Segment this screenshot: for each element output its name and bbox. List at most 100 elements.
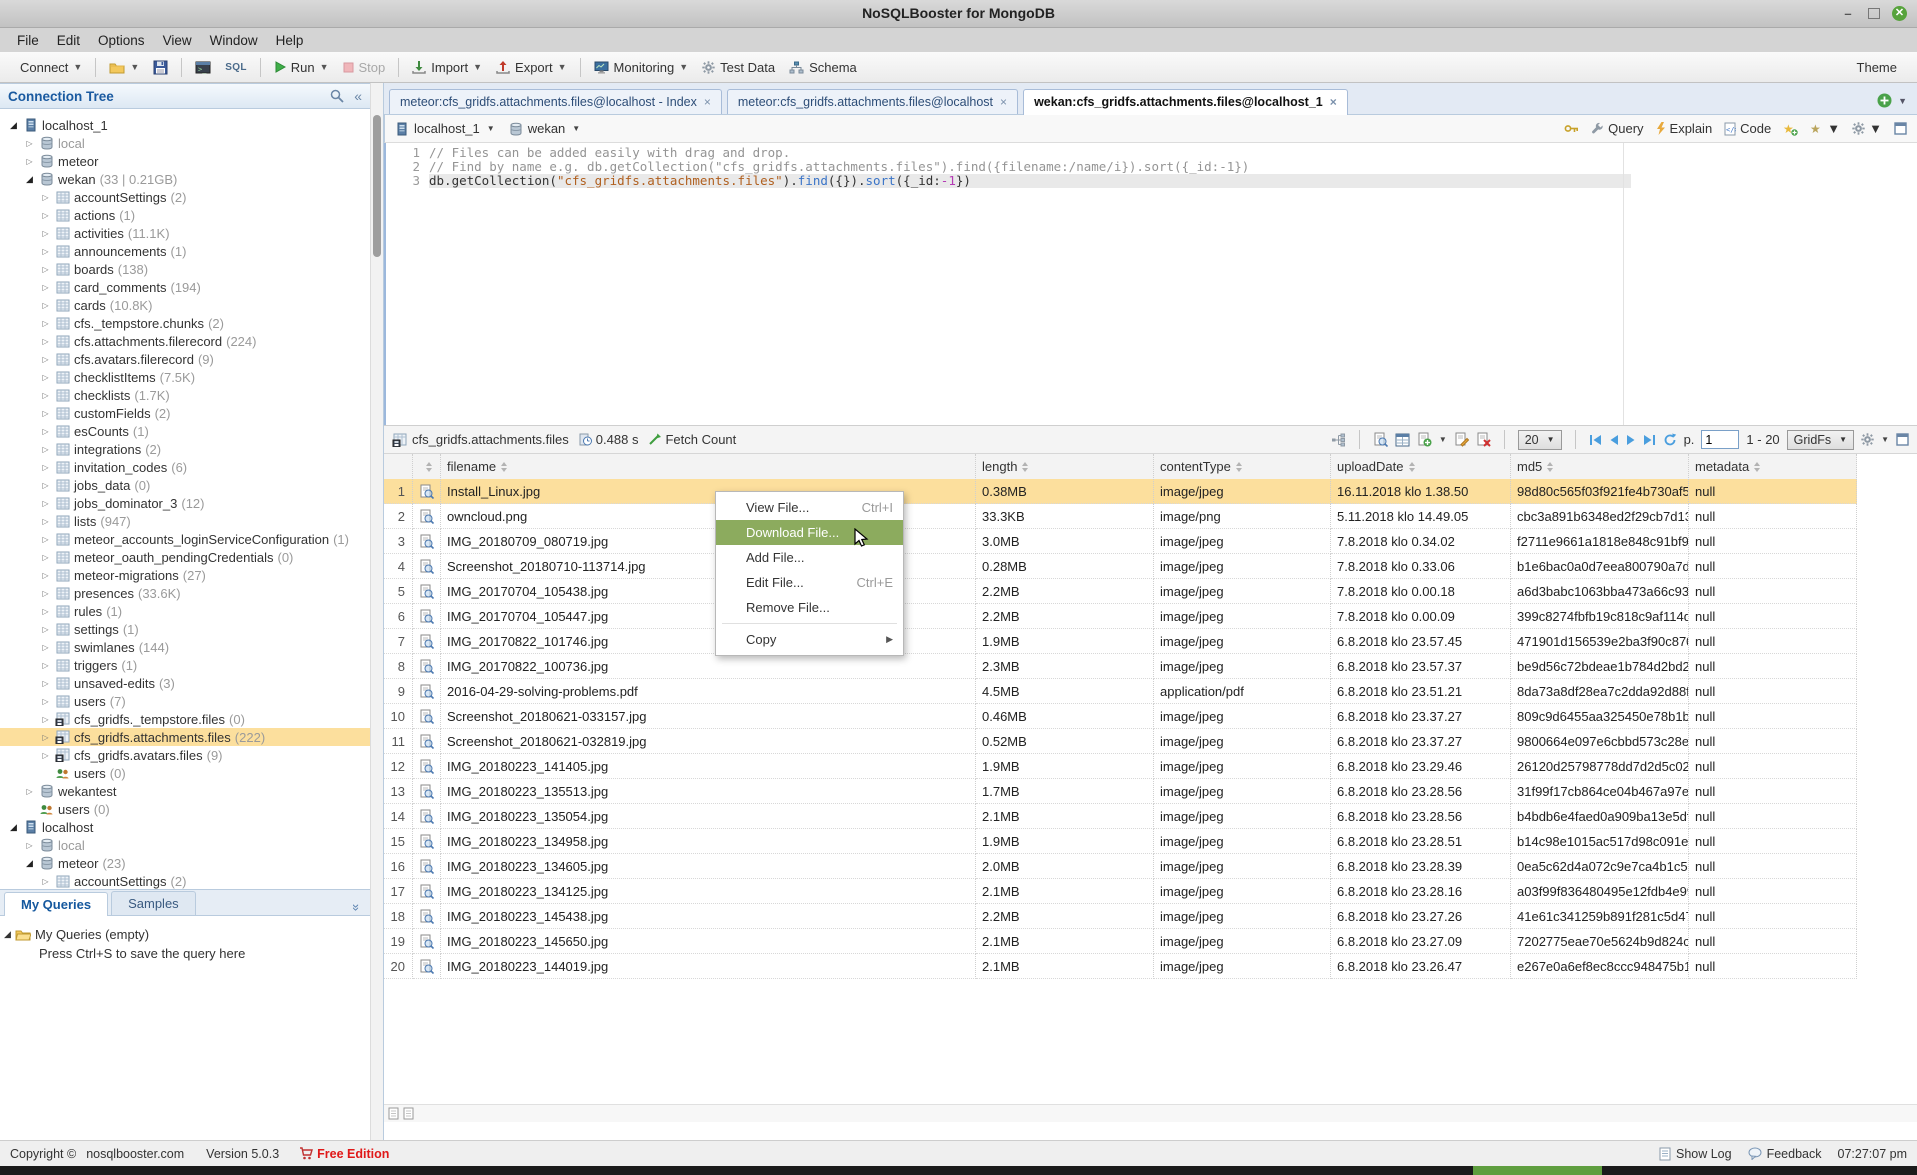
table-row[interactable]: 17IMG_20180223_134125.jpg2.1MBimage/jpeg… bbox=[384, 879, 1917, 904]
tree-item-activities[interactable]: ▷activities(11.1K) bbox=[0, 224, 370, 242]
cell-md5[interactable]: a6d3babc1063bba473a66c93315 bbox=[1511, 579, 1689, 604]
cell-md5[interactable]: 8da73a8df28ea7c2dda92d88f0c1 bbox=[1511, 679, 1689, 704]
tree-item-local[interactable]: ▷local bbox=[0, 836, 370, 854]
expand-arrow-icon[interactable]: ▷ bbox=[38, 463, 53, 472]
editor-line-3[interactable]: 3db.getCollection("cfs_gridfs.attachment… bbox=[386, 174, 1917, 188]
minimize-button[interactable]: – bbox=[1840, 6, 1856, 22]
close-tab-icon[interactable]: × bbox=[704, 95, 711, 109]
previous-page-icon[interactable] bbox=[1609, 434, 1619, 446]
table-row[interactable]: 15IMG_20180223_134958.jpg1.9MBimage/jpeg… bbox=[384, 829, 1917, 854]
add-tab-icon[interactable] bbox=[1877, 93, 1892, 108]
cell-length[interactable]: 2.2MB bbox=[976, 604, 1154, 629]
cell-length[interactable]: 33.3KB bbox=[976, 504, 1154, 529]
maximize-button[interactable] bbox=[1868, 8, 1880, 19]
code-button[interactable]: </>Code bbox=[1724, 121, 1771, 136]
cell-filename[interactable]: IMG_20180223_134958.jpg bbox=[441, 829, 976, 854]
cell-length[interactable]: 2.3MB bbox=[976, 654, 1154, 679]
cell-contentType[interactable]: image/jpeg bbox=[1154, 479, 1331, 504]
expand-arrow-icon[interactable]: ▷ bbox=[22, 157, 37, 166]
fetch-count-link[interactable]: Fetch Count bbox=[665, 432, 736, 447]
close-tab-icon[interactable]: × bbox=[1000, 95, 1007, 109]
cell-metadata[interactable]: null bbox=[1689, 629, 1857, 654]
preview-file-icon[interactable] bbox=[413, 579, 441, 604]
cell-metadata[interactable]: null bbox=[1689, 529, 1857, 554]
cell-length[interactable]: 0.28MB bbox=[976, 554, 1154, 579]
expand-arrow-icon[interactable]: ▷ bbox=[22, 139, 37, 148]
cell-filename[interactable]: IMG_20180223_145650.jpg bbox=[441, 929, 976, 954]
cell-filename[interactable]: Screenshot_20180621-033157.jpg bbox=[441, 704, 976, 729]
cell-uploadDate[interactable]: 7.8.2018 klo 0.33.06 bbox=[1331, 554, 1511, 579]
table-row[interactable]: 2owncloud.png33.3KBimage/png5.11.2018 kl… bbox=[384, 504, 1917, 529]
tree-item-meteor_accounts_loginServiceConfiguration[interactable]: ▷meteor_accounts_loginServiceConfigurati… bbox=[0, 530, 370, 548]
expand-arrow-icon[interactable]: ▷ bbox=[38, 247, 53, 256]
expand-arrow-icon[interactable]: ▷ bbox=[38, 571, 53, 580]
expand-arrow-icon[interactable]: ▷ bbox=[38, 733, 53, 742]
view-options-button[interactable]: ▼ bbox=[1852, 121, 1882, 136]
cell-uploadDate[interactable]: 16.11.2018 klo 1.38.50 bbox=[1331, 479, 1511, 504]
cell-uploadDate[interactable]: 6.8.2018 klo 23.27.09 bbox=[1331, 929, 1511, 954]
cell-contentType[interactable]: image/jpeg bbox=[1154, 604, 1331, 629]
cell-uploadDate[interactable]: 6.8.2018 klo 23.29.46 bbox=[1331, 754, 1511, 779]
expand-arrow-icon[interactable]: ▷ bbox=[38, 337, 53, 346]
preview-file-icon[interactable] bbox=[413, 679, 441, 704]
expand-arrow-icon[interactable]: ▷ bbox=[38, 373, 53, 382]
add-document-icon[interactable] bbox=[1417, 432, 1432, 447]
collapse-arrow-icon[interactable]: ◢ bbox=[22, 858, 37, 869]
preview-file-icon[interactable] bbox=[413, 904, 441, 929]
preview-file-icon[interactable] bbox=[413, 629, 441, 654]
cell-length[interactable]: 2.0MB bbox=[976, 854, 1154, 879]
collapse-sidebar-icon[interactable]: « bbox=[354, 88, 362, 104]
expand-arrow-icon[interactable]: ▷ bbox=[38, 697, 53, 706]
preview-file-icon[interactable] bbox=[413, 854, 441, 879]
tree-item-localhost[interactable]: ◢localhost bbox=[0, 818, 370, 836]
cell-contentType[interactable]: image/jpeg bbox=[1154, 854, 1331, 879]
my-queries-root[interactable]: ◢ My Queries (empty) bbox=[0, 925, 370, 944]
cell-length[interactable]: 2.1MB bbox=[976, 954, 1154, 979]
cell-metadata[interactable]: null bbox=[1689, 704, 1857, 729]
preview-file-icon[interactable] bbox=[413, 754, 441, 779]
editor-line-1[interactable]: 1// Files can be added easily with drag … bbox=[386, 146, 1917, 160]
grid-bottom-bar[interactable] bbox=[384, 1104, 1917, 1122]
cell-filename[interactable]: IMG_20180223_134125.jpg bbox=[441, 879, 976, 904]
expand-arrow-icon[interactable]: ▷ bbox=[38, 625, 53, 634]
collapse-arrow-icon[interactable]: ◢ bbox=[22, 174, 37, 185]
tab-wekan-active[interactable]: wekan:cfs_gridfs.attachments.files@local… bbox=[1023, 89, 1348, 115]
table-row[interactable]: 6IMG_20170704_105447.jpg2.2MBimage/jpeg7… bbox=[384, 604, 1917, 629]
sidebar-scrollbar[interactable] bbox=[370, 83, 383, 1140]
cell-contentType[interactable]: image/jpeg bbox=[1154, 554, 1331, 579]
schema-button[interactable]: Schema bbox=[782, 57, 864, 78]
preview-file-icon[interactable] bbox=[413, 704, 441, 729]
next-page-icon[interactable] bbox=[1626, 434, 1636, 446]
result-doc-icon[interactable] bbox=[403, 1107, 414, 1120]
tree-item-unsaved-edits[interactable]: ▷unsaved-edits(3) bbox=[0, 674, 370, 692]
expand-arrow-icon[interactable]: ▷ bbox=[38, 499, 53, 508]
table-row[interactable]: 20IMG_20180223_144019.jpg2.1MBimage/jpeg… bbox=[384, 954, 1917, 979]
tab-list-icon[interactable]: ▼ bbox=[1898, 96, 1907, 106]
cell-md5[interactable]: 41e61c341259b891f281c5d47f05 bbox=[1511, 904, 1689, 929]
grid-header-preview[interactable] bbox=[413, 454, 441, 480]
cell-length[interactable]: 1.9MB bbox=[976, 754, 1154, 779]
tree-item-announcements[interactable]: ▷announcements(1) bbox=[0, 242, 370, 260]
grid-header-filename[interactable]: filename bbox=[441, 454, 976, 480]
cell-metadata[interactable]: null bbox=[1689, 579, 1857, 604]
preview-file-icon[interactable] bbox=[413, 654, 441, 679]
preview-file-icon[interactable] bbox=[413, 479, 441, 504]
table-row[interactable]: 11Screenshot_20180621-032819.jpg0.52MBim… bbox=[384, 729, 1917, 754]
table-row[interactable]: 92016-04-29-solving-problems.pdf4.5MBapp… bbox=[384, 679, 1917, 704]
cell-filename[interactable]: Screenshot_20180621-032819.jpg bbox=[441, 729, 976, 754]
explain-button[interactable]: Explain bbox=[1656, 121, 1713, 136]
remove-document-icon[interactable] bbox=[1476, 432, 1491, 447]
preview-file-icon[interactable] bbox=[413, 804, 441, 829]
tree-item-meteor[interactable]: ▷meteor bbox=[0, 152, 370, 170]
cell-md5[interactable]: 471901d156539e2ba3f90c870f83 bbox=[1511, 629, 1689, 654]
cell-metadata[interactable]: null bbox=[1689, 779, 1857, 804]
tree-item-integrations[interactable]: ▷integrations(2) bbox=[0, 440, 370, 458]
expand-arrow-icon[interactable]: ▷ bbox=[38, 589, 53, 598]
page-input[interactable] bbox=[1701, 430, 1739, 449]
cell-metadata[interactable]: null bbox=[1689, 954, 1857, 979]
menu-item-copy[interactable]: Copy▶ bbox=[716, 627, 903, 652]
expand-arrow-icon[interactable]: ▷ bbox=[38, 679, 53, 688]
preview-file-icon[interactable] bbox=[413, 829, 441, 854]
expand-arrow-icon[interactable]: ▷ bbox=[38, 535, 53, 544]
menu-file[interactable]: File bbox=[8, 33, 48, 48]
